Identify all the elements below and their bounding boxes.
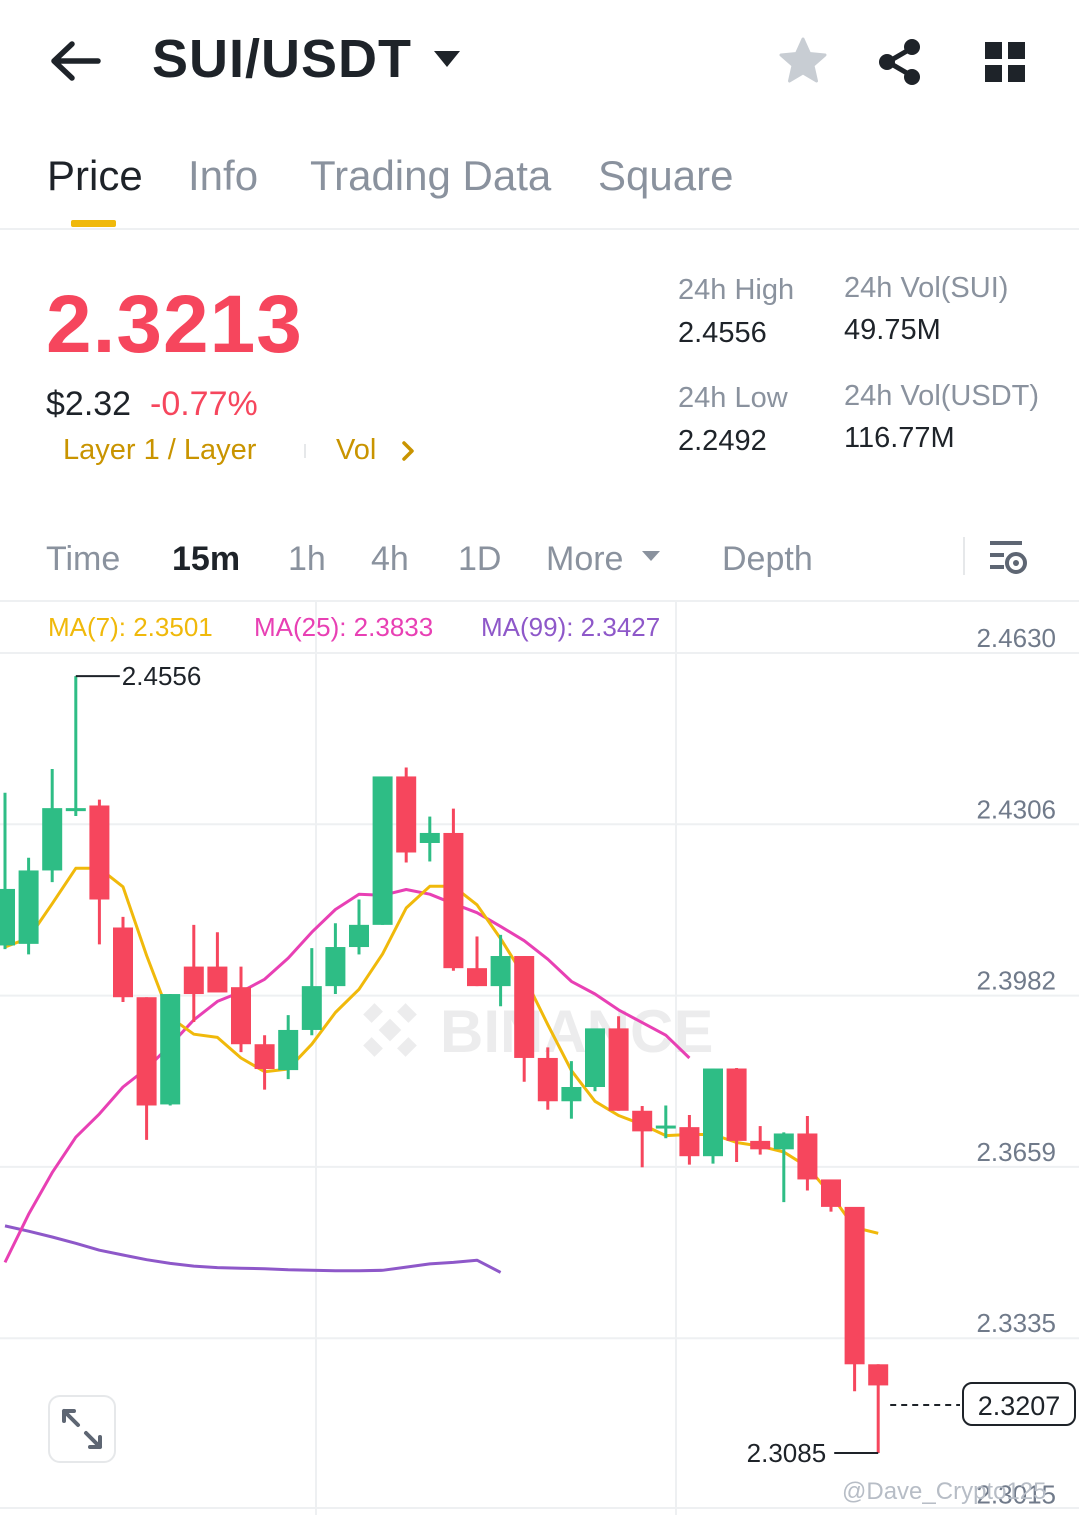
- interval-more[interactable]: More: [546, 540, 623, 579]
- candle-body: [608, 1028, 629, 1111]
- candle-body: [585, 1028, 605, 1088]
- pair-title[interactable]: SUI/USDT: [152, 28, 412, 90]
- svg-text:BINANCE: BINANCE: [440, 998, 713, 1065]
- user-watermark: @Dave_Crypto125: [842, 1478, 1047, 1505]
- ma7-label: MA(7): 2.3501: [48, 612, 213, 642]
- candle-body: [419, 832, 440, 843]
- interval-1h[interactable]: 1h: [288, 540, 326, 579]
- vol-base-label: 24h Vol(SUI): [844, 272, 1009, 304]
- candle-body: [372, 776, 393, 925]
- candle-body: [750, 1140, 771, 1150]
- chart-settings-icon[interactable]: [988, 538, 1028, 581]
- back-button[interactable]: [50, 38, 104, 84]
- candle-body: [42, 808, 63, 871]
- ma99-label: MA(99): 2.3427: [481, 612, 661, 642]
- depth-tab[interactable]: Depth: [722, 540, 813, 579]
- moving-average-lines: [3, 866, 879, 1274]
- star-icon[interactable]: [778, 36, 828, 91]
- interval-4h[interactable]: 4h: [371, 540, 409, 579]
- candle-body: [18, 870, 39, 944]
- low-label: 24h Low: [678, 382, 788, 414]
- candle-body: [726, 1068, 747, 1141]
- candle-body: [89, 805, 110, 900]
- candlestick-chart[interactable]: BINANCE 2.4630 2.4306 2.3982 2.3659 2.3335 2.…: [0, 600, 1079, 1515]
- candle-body: [65, 808, 86, 812]
- tab-square[interactable]: Square: [598, 152, 733, 200]
- last-price: 2.3213: [46, 279, 303, 370]
- candle-body: [231, 987, 251, 1045]
- candle-body: [443, 832, 464, 969]
- tag-divider: [304, 444, 306, 458]
- candle-body: [396, 776, 417, 853]
- tab-trading-data[interactable]: Trading Data: [310, 152, 551, 200]
- candle-body: [0, 888, 15, 946]
- vol-quote-value: 116.77M: [844, 422, 955, 454]
- high-label: 24h High: [678, 274, 795, 306]
- y-axis: 2.46302.43062.39822.36592.33352.3015: [976, 623, 1056, 1510]
- candle-body: [537, 1057, 558, 1102]
- y-axis-label: 2.3659: [976, 1137, 1056, 1167]
- candle-body: [467, 968, 487, 987]
- tab-price[interactable]: Price: [47, 152, 143, 200]
- candle-body: [797, 1133, 818, 1180]
- low-value: 2.2492: [678, 425, 767, 457]
- expand-icon: [62, 1409, 102, 1449]
- y-axis-label: 2.4306: [976, 794, 1056, 824]
- back-arrow-icon: [51, 41, 101, 81]
- interval-15m[interactable]: 15m: [172, 540, 240, 579]
- interval-time[interactable]: Time: [46, 540, 120, 579]
- candle-body: [183, 966, 204, 995]
- low-marker-label: 2.3085: [747, 1438, 827, 1468]
- caret-down-icon[interactable]: [432, 48, 462, 75]
- vol-base-value: 49.75M: [844, 314, 941, 346]
- current-price-tag: 2.3207: [962, 1382, 1076, 1426]
- expand-chart-button[interactable]: [48, 1395, 116, 1463]
- candle-body: [844, 1206, 865, 1365]
- y-axis-label: 2.4630: [976, 623, 1056, 653]
- tab-info[interactable]: Info: [188, 152, 258, 200]
- candle-body: [632, 1110, 653, 1132]
- candle-body: [207, 966, 228, 993]
- candle-body: [160, 994, 181, 1105]
- chevron-right-icon[interactable]: [400, 440, 416, 467]
- high-value: 2.4556: [678, 317, 767, 349]
- y-axis-label: 2.3335: [976, 1308, 1056, 1338]
- candle-body: [490, 956, 511, 987]
- ma99-line: [4, 1224, 502, 1274]
- candle-body: [561, 1087, 582, 1102]
- tabs-divider: [0, 228, 1079, 230]
- usd-price: $2.32: [46, 385, 132, 423]
- high-marker-label: 2.4556: [122, 661, 202, 691]
- grid-icon[interactable]: [983, 40, 1027, 89]
- candle-body: [703, 1068, 723, 1157]
- candle-body: [773, 1133, 794, 1150]
- vol-quote-label: 24h Vol(USDT): [844, 380, 1040, 412]
- candle-body: [301, 986, 322, 1030]
- candle-body: [655, 1125, 676, 1129]
- candle-body: [136, 997, 157, 1106]
- candle-body: [868, 1364, 889, 1386]
- ma25-label: MA(25): 2.3833: [254, 612, 434, 642]
- vol-link[interactable]: Vol: [336, 434, 376, 467]
- candle-body: [254, 1044, 275, 1070]
- candle-body: [349, 924, 369, 948]
- candle-body: [278, 1029, 299, 1071]
- interval-divider: [963, 537, 965, 575]
- change-percent: -0.77%: [150, 385, 258, 423]
- category-tag[interactable]: Layer 1 / Layer: [63, 434, 256, 467]
- candle-body: [113, 927, 133, 998]
- candle-body: [821, 1179, 841, 1207]
- candle-body: [514, 956, 535, 1058]
- more-caret-icon[interactable]: [640, 548, 662, 569]
- candle-body: [679, 1127, 700, 1157]
- interval-1d[interactable]: 1D: [458, 540, 501, 579]
- y-axis-label: 2.3982: [976, 966, 1056, 996]
- candle-body: [325, 947, 346, 987]
- share-icon[interactable]: [876, 38, 924, 91]
- active-tab-indicator: [71, 220, 116, 227]
